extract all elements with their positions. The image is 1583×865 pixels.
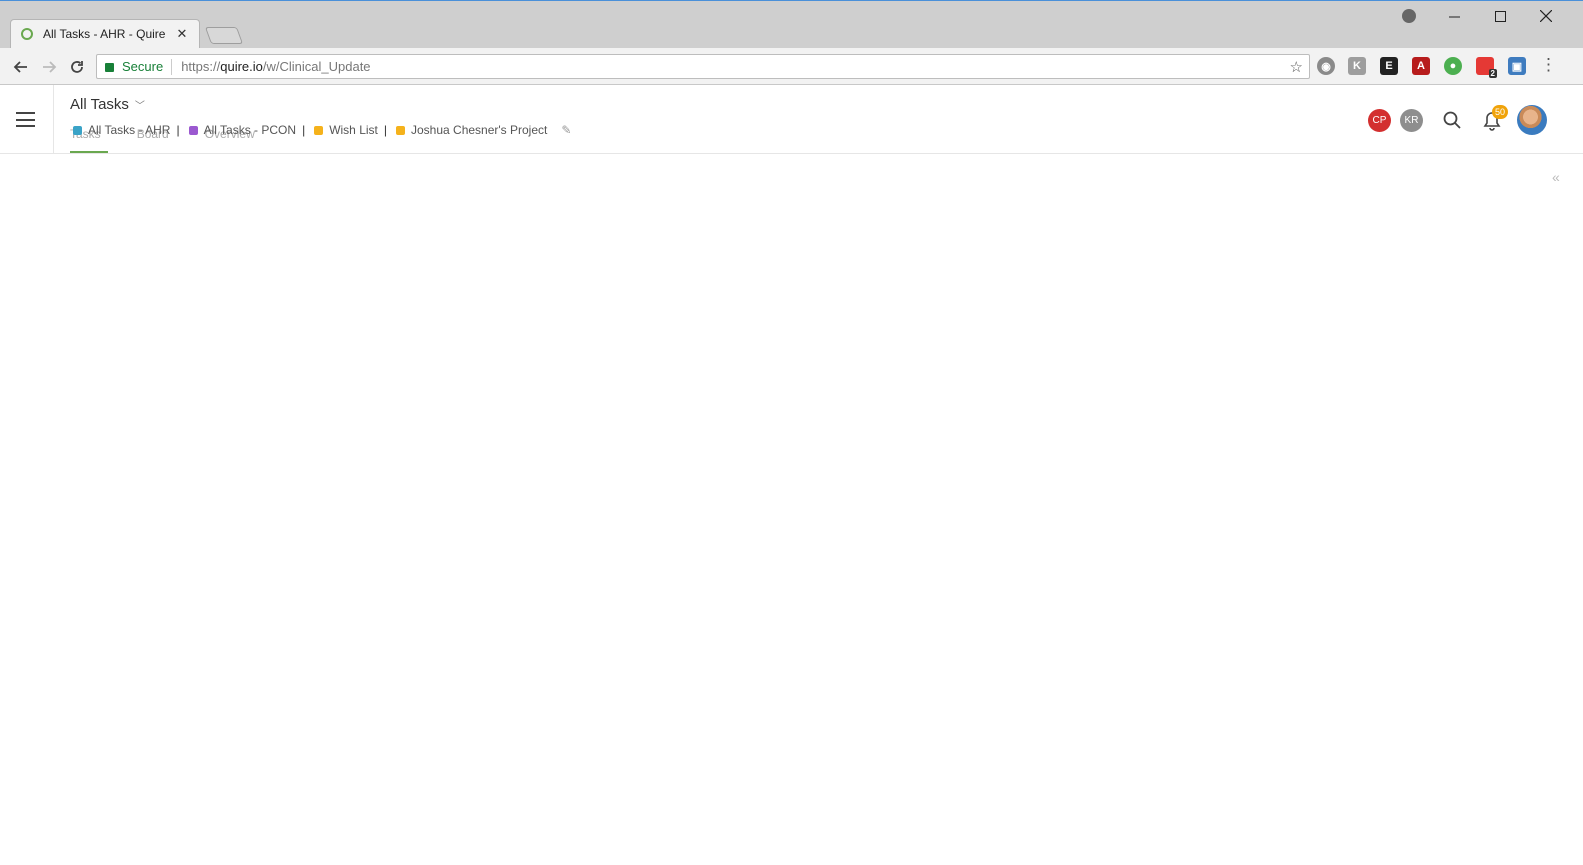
back-button[interactable] xyxy=(10,56,32,78)
crumb-item[interactable]: All Tasks - PCON xyxy=(186,123,296,137)
browser-toolbar: Secure https:// quire.io /w/Clinical_Upd… xyxy=(0,48,1583,85)
user-avatar[interactable] xyxy=(1517,105,1547,135)
close-window-button[interactable] xyxy=(1523,1,1569,31)
member-avatar[interactable]: CP xyxy=(1368,109,1391,132)
edit-pencil-icon[interactable]: ✎ xyxy=(561,123,571,137)
reload-icon xyxy=(71,61,83,73)
crumb-label: All Tasks - AHR xyxy=(88,123,171,137)
address-bar[interactable]: Secure https:// quire.io /w/Clinical_Upd… xyxy=(96,54,1310,79)
active-tab-indicator xyxy=(70,151,108,153)
browser-window: All Tasks - AHR - Quire ✕ Secure https:/… xyxy=(0,0,1583,865)
tab-title: All Tasks - AHR - Quire xyxy=(43,27,166,41)
extension-chart-icon[interactable]: ● xyxy=(1444,57,1462,75)
extension-k-icon[interactable]: K xyxy=(1348,57,1366,75)
project-color-dot xyxy=(73,125,82,135)
app-header: All Tasks ﹀ Tasks Board Overview All Tas… xyxy=(0,85,1583,154)
minimize-icon xyxy=(1448,16,1460,17)
hamburger-menu-icon[interactable] xyxy=(16,112,35,127)
address-separator xyxy=(171,58,173,75)
crumb-separator: | xyxy=(383,123,387,137)
minimize-button[interactable] xyxy=(1431,1,1477,31)
crumb-item[interactable]: All Tasks - AHR xyxy=(70,123,170,137)
member-avatar[interactable]: KR xyxy=(1400,109,1423,132)
new-tab-button[interactable] xyxy=(204,27,244,44)
forward-button[interactable] xyxy=(38,56,60,78)
notification-count-badge: 50 xyxy=(1492,105,1509,119)
browser-menu-icon[interactable]: ⋮ xyxy=(1540,55,1557,75)
tab-close-icon[interactable]: ✕ xyxy=(175,26,189,42)
close-icon xyxy=(1540,10,1552,22)
crumb-label: All Tasks - PCON xyxy=(203,123,297,137)
chevron-down-icon: ﹀ xyxy=(134,101,145,112)
project-color-dot xyxy=(314,125,324,135)
project-color-dot xyxy=(396,125,405,135)
maximize-button[interactable] xyxy=(1477,1,1523,31)
extension-calendar-icon[interactable]: 2 xyxy=(1476,57,1497,78)
browser-tab-active[interactable]: All Tasks - AHR - Quire ✕ xyxy=(10,19,200,48)
url-path: /w/Clinical_Update xyxy=(262,59,371,74)
crumb-label: Wish List xyxy=(329,123,378,137)
secure-label: Secure xyxy=(122,59,164,74)
crumb-item[interactable]: Joshua Chesner's Project xyxy=(393,123,547,137)
crumb-label: Joshua Chesner's Project xyxy=(411,123,548,137)
project-title-text: All Tasks xyxy=(70,96,129,113)
url-host: quire.io xyxy=(220,59,263,74)
project-color-dot xyxy=(188,125,198,135)
collapse-panel-icon[interactable]: « xyxy=(1552,169,1560,185)
extension-image-icon[interactable]: ▣ xyxy=(1508,57,1526,75)
reload-button[interactable] xyxy=(66,56,88,78)
crumb-separator: | xyxy=(176,123,180,137)
crumb-separator: | xyxy=(302,123,306,137)
project-title[interactable]: All Tasks ﹀ xyxy=(70,96,145,113)
maximize-icon xyxy=(1494,10,1506,22)
url-scheme: https:// xyxy=(181,59,221,74)
lock-icon xyxy=(105,63,114,72)
extension-badge: 2 xyxy=(1488,69,1497,78)
project-breadcrumb: All Tasks - AHR | All Tasks - PCON | Wis… xyxy=(70,123,571,137)
extension-eye-icon[interactable]: ◉ xyxy=(1317,57,1335,75)
arrow-left-icon xyxy=(13,61,27,73)
extension-pdf-icon[interactable]: A xyxy=(1412,57,1430,75)
extension-evernote-icon[interactable]: E xyxy=(1380,57,1398,75)
search-icon[interactable] xyxy=(1443,111,1461,129)
header-divider xyxy=(53,85,54,154)
arrow-right-icon xyxy=(43,61,57,73)
profile-icon[interactable] xyxy=(1402,9,1416,23)
crumb-item[interactable]: Wish List xyxy=(311,123,378,137)
quire-favicon-icon xyxy=(21,28,33,40)
bookmark-star-icon[interactable]: ☆ xyxy=(1290,58,1303,76)
tab-strip: All Tasks - AHR - Quire ✕ xyxy=(0,1,1583,48)
